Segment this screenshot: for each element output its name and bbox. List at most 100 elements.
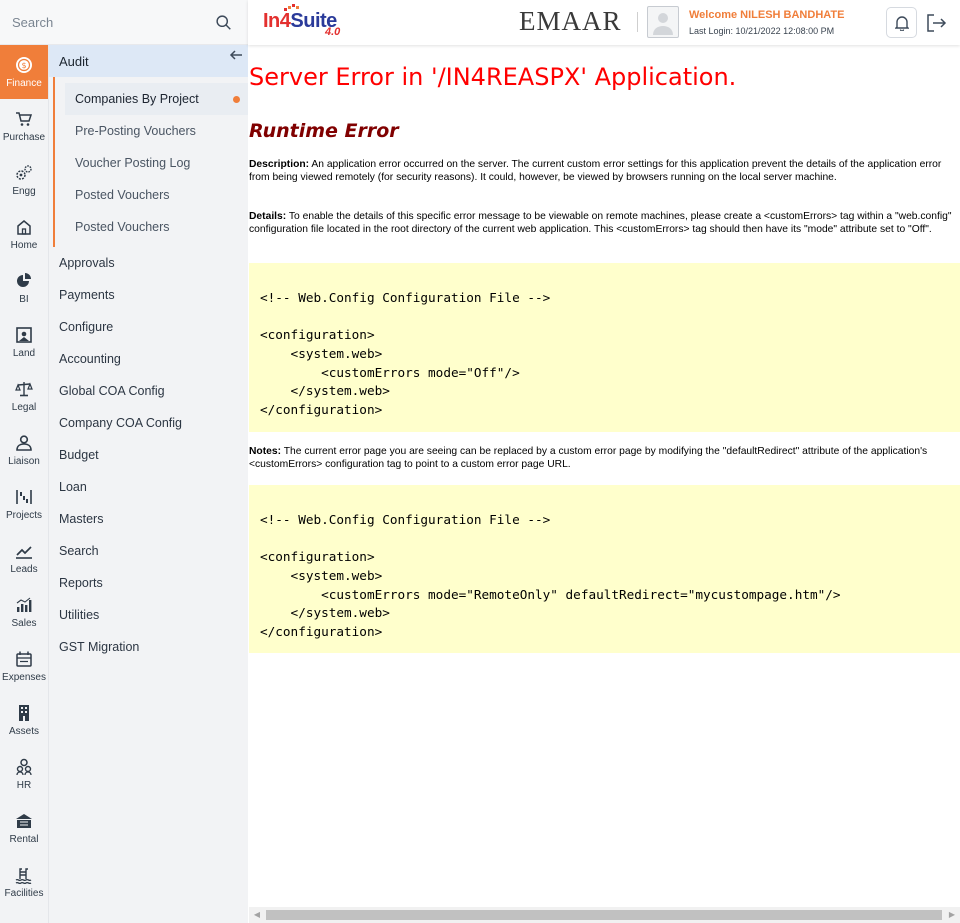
rail-item-liaison[interactable]: Liaison — [0, 423, 48, 477]
search-icon[interactable] — [215, 14, 232, 31]
submenu-item-budget[interactable]: Budget — [49, 439, 248, 471]
submenu-item-reports[interactable]: Reports — [49, 567, 248, 599]
rail-item-purchase[interactable]: Purchase — [0, 99, 48, 153]
submenu-item-label: Voucher Posting Log — [75, 156, 191, 170]
notes-label: Notes: — [249, 446, 282, 457]
notifications-button[interactable] — [886, 7, 917, 38]
rail-label: BI — [19, 294, 29, 305]
in4suite-logo[interactable]: In4Suite 4.0 — [263, 4, 348, 40]
rail-item-leads[interactable]: Leads — [0, 531, 48, 585]
rail-item-engg[interactable]: Engg — [0, 153, 48, 207]
page-title: Server Error in '/IN4REASPX' Application… — [249, 63, 737, 91]
svg-text:$: $ — [21, 61, 26, 70]
rail-label: Land — [12, 348, 36, 359]
submenu-item-company-coa-config[interactable]: Company COA Config — [49, 407, 248, 439]
home-icon — [14, 217, 34, 237]
submenu-header-audit[interactable]: Audit — [49, 45, 248, 77]
rail-item-hr[interactable]: HR — [0, 747, 48, 801]
rail-item-bi[interactable]: BI — [0, 261, 48, 315]
horizontal-scrollbar[interactable]: ◀ ▶ — [249, 907, 960, 923]
expenses-icon — [14, 649, 34, 669]
scroll-left-icon[interactable]: ◀ — [252, 910, 262, 920]
finance-submenu: Audit Companies By Project Pre-Posting V… — [49, 45, 248, 923]
rail-label: Projects — [5, 510, 43, 521]
rail-label: Leads — [10, 564, 38, 575]
submenu-item-posted-vouchers[interactable]: Posted Vouchers — [55, 179, 248, 211]
rail-label: Purchase — [2, 132, 46, 143]
rail-label: Liaison — [8, 456, 40, 467]
avatar[interactable] — [647, 6, 679, 38]
description-paragraph: Description: An application error occurr… — [249, 159, 958, 184]
submenu-header-label: Audit — [59, 53, 89, 69]
notes-text: The current error page you are seeing ca… — [249, 446, 928, 470]
rail-label: Home — [10, 240, 38, 251]
scroll-right-icon[interactable]: ▶ — [947, 910, 957, 920]
last-login: Last Login: 10/21/2022 12:08:00 PM — [689, 26, 835, 36]
collapse-arrow-icon[interactable] — [228, 48, 244, 64]
rail-item-expenses[interactable]: Expenses — [0, 639, 48, 693]
submenu-item-global-coa-config[interactable]: Global COA Config — [49, 375, 248, 407]
submenu-item-search[interactable]: Search — [49, 535, 248, 567]
scales-icon — [14, 379, 34, 399]
rail-item-facilities[interactable]: Facilities — [0, 855, 48, 909]
submenu-item-approvals[interactable]: Approvals — [49, 247, 248, 279]
rail-item-projects[interactable]: Projects — [0, 477, 48, 531]
rental-icon — [14, 811, 34, 831]
rail-label: Rental — [9, 834, 39, 845]
rail-label: Sales — [11, 618, 37, 629]
submenu-item-label: Pre-Posting Vouchers — [75, 124, 196, 138]
submenu-item-masters[interactable]: Masters — [49, 503, 248, 535]
rail-label: Facilities — [4, 888, 44, 899]
submenu-item-label: Posted Vouchers — [75, 220, 170, 234]
submenu-item-accounting[interactable]: Accounting — [49, 343, 248, 375]
building-icon — [14, 703, 34, 723]
rail-item-more[interactable] — [0, 909, 48, 923]
submenu-item-payments[interactable]: Payments — [49, 279, 248, 311]
people-icon — [14, 757, 34, 777]
rail-item-legal[interactable]: Legal — [0, 369, 48, 423]
logo-in: In — [263, 10, 280, 32]
rail-item-sales[interactable]: Sales — [0, 585, 48, 639]
rail-item-assets[interactable]: Assets — [0, 693, 48, 747]
search-bar — [0, 0, 248, 45]
code-block-2: <!-- Web.Config Configuration File --> <… — [249, 485, 960, 653]
rail-item-home[interactable]: Home — [0, 207, 48, 261]
code-block-1: <!-- Web.Config Configuration File --> <… — [249, 263, 960, 432]
logout-icon[interactable] — [925, 12, 947, 34]
scroll-thumb[interactable] — [266, 910, 942, 920]
audit-children: Companies By Project Pre-Posting Voucher… — [53, 77, 248, 247]
submenu-item-label: Companies By Project — [75, 92, 199, 106]
rail-label: Finance — [6, 78, 42, 89]
trend-icon — [14, 541, 34, 561]
description-text: An application error occurred on the ser… — [249, 159, 942, 183]
details-label: Details: — [249, 211, 287, 222]
bar-chart-icon — [14, 595, 34, 615]
rail-label: Legal — [11, 402, 37, 413]
submenu-item-label: Posted Vouchers — [75, 188, 170, 202]
pie-chart-icon — [14, 271, 34, 291]
active-dot-icon — [233, 96, 240, 103]
rail-item-land[interactable]: Land — [0, 315, 48, 369]
dollar-coin-icon: $ — [14, 55, 34, 75]
submenu-item-configure[interactable]: Configure — [49, 311, 248, 343]
submenu-item-voucher-posting-log[interactable]: Voucher Posting Log — [55, 147, 248, 179]
rail-item-finance[interactable]: $ Finance — [0, 45, 48, 99]
rail-label: Expenses — [2, 672, 46, 683]
pool-icon — [14, 865, 34, 885]
submenu-item-utilities[interactable]: Utilities — [49, 599, 248, 631]
rail-label: Engg — [12, 186, 36, 197]
search-input[interactable] — [12, 14, 202, 30]
person-icon — [14, 433, 34, 453]
user-avatar-icon — [653, 13, 673, 35]
welcome-text: Welcome NILESH BANDHATE — [689, 9, 845, 21]
brand-logo: EMAAR — [519, 6, 622, 36]
submenu-item-posted-vouchers-2[interactable]: Posted Vouchers — [55, 211, 248, 243]
submenu-item-loan[interactable]: Loan — [49, 471, 248, 503]
projects-icon — [14, 487, 34, 507]
rail-item-rental[interactable]: Rental — [0, 801, 48, 855]
submenu-item-pre-posting-vouchers[interactable]: Pre-Posting Vouchers — [55, 115, 248, 147]
submenu-item-gst-migration[interactable]: GST Migration — [49, 631, 248, 663]
logo-four: 4 — [279, 10, 291, 32]
rail-label: Assets — [8, 726, 39, 737]
submenu-item-companies-by-project[interactable]: Companies By Project — [65, 83, 248, 115]
